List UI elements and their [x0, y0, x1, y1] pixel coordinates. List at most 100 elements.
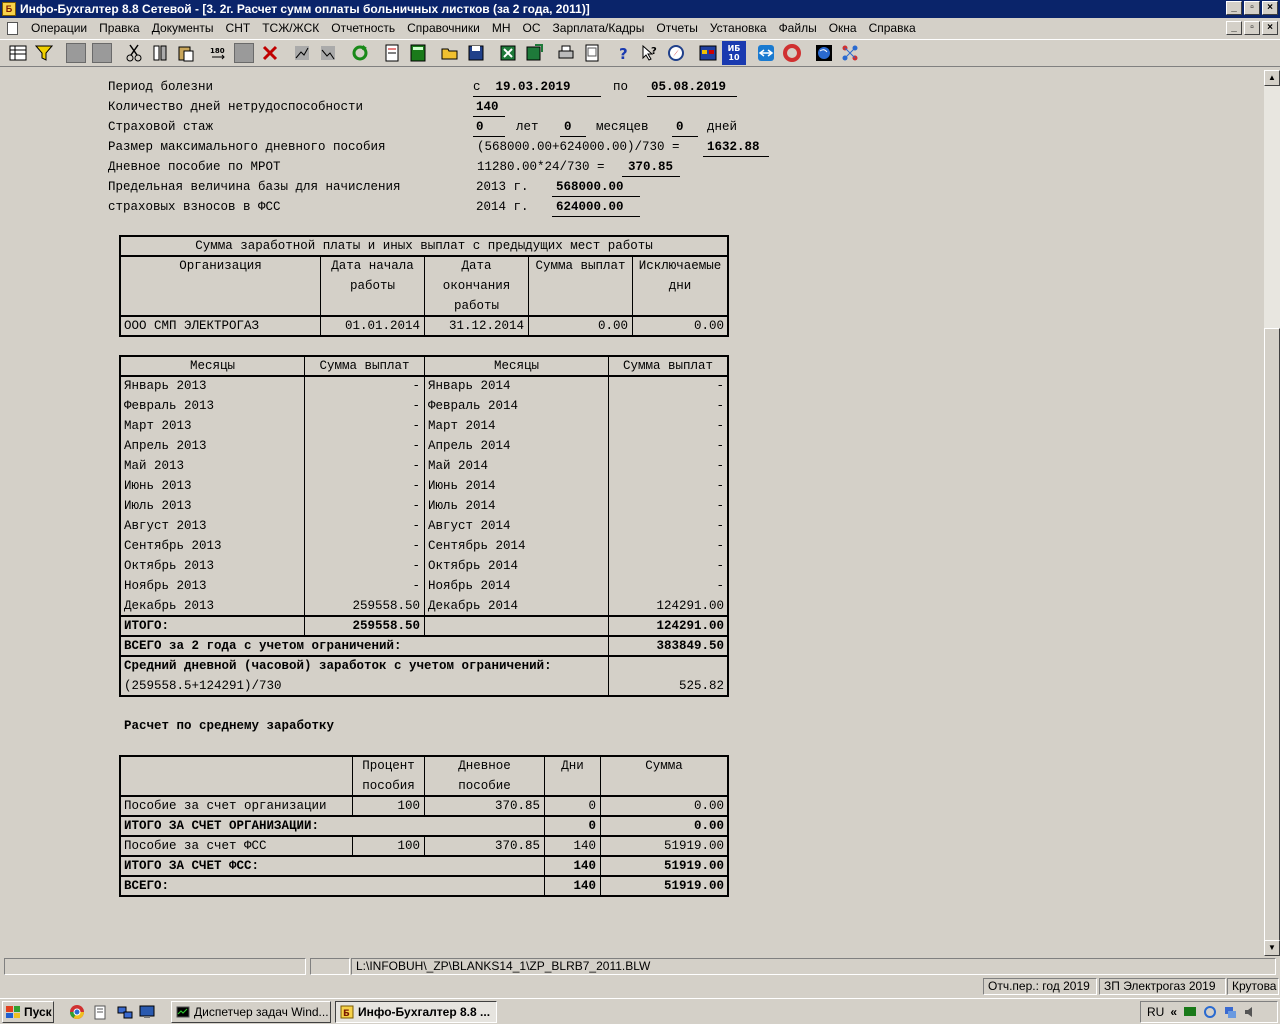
menu-mn[interactable]: МН [486, 18, 517, 38]
open-folder-icon[interactable] [438, 41, 462, 65]
tray-monitor-icon[interactable] [1183, 1005, 1197, 1019]
month-2013: Февраль 2013 [124, 399, 215, 413]
blank-icon[interactable] [232, 41, 256, 65]
menu-documents[interactable]: Документы [146, 18, 220, 38]
scroll-up-icon[interactable]: ▲ [1264, 70, 1280, 86]
compass-icon[interactable] [664, 41, 688, 65]
document-menu-icon[interactable] [5, 21, 19, 35]
limit-label-1: Предельная величина базы для начисления [108, 180, 401, 194]
file-manager-icon[interactable] [93, 1004, 109, 1020]
cut-icon[interactable] [122, 41, 146, 65]
delete-icon[interactable] [258, 41, 282, 65]
save-icon[interactable] [464, 41, 488, 65]
menu-os[interactable]: ОС [517, 18, 547, 38]
restore-button[interactable]: ▫ [1244, 1, 1260, 15]
sum-2013: - [412, 419, 420, 433]
sum-2013: - [412, 379, 420, 393]
max-benefit-label: Размер максимального дневного пособия [108, 140, 386, 154]
chrome-icon[interactable] [69, 1004, 85, 1020]
preview-icon[interactable] [580, 41, 604, 65]
menu-help[interactable]: Справка [863, 18, 922, 38]
col-start-date-1: Дата начала [331, 259, 414, 273]
scroll-down-icon[interactable]: ▼ [1264, 940, 1280, 956]
avg-earnings-formula: (259558.5+124291)/730 [124, 679, 282, 693]
months-total-2014: 124291.00 [656, 619, 724, 633]
document-icon[interactable] [380, 41, 404, 65]
rotate-180-icon[interactable]: 180 [206, 41, 230, 65]
start-button[interactable]: Пуск [2, 1001, 54, 1023]
context-help-icon[interactable]: ? [638, 41, 662, 65]
doc-close-button[interactable]: × [1262, 21, 1278, 35]
blank-icon[interactable] [90, 41, 114, 65]
excel-export-icon[interactable] [522, 41, 546, 65]
title-bar[interactable]: Б Инфо-Бухгалтер 8.8 Сетевой - [3. 2г. Р… [0, 0, 1280, 18]
scroll-thumb[interactable] [1264, 328, 1280, 948]
limit-year-2: 2014 г. [476, 200, 529, 214]
months-col-month-1: Месяцы [189, 359, 235, 373]
task-task-manager[interactable]: Диспетчер задач Wind... [171, 1001, 331, 1023]
task-info-buhgalter[interactable]: Б Инфо-Бухгалтер 8.8 ... [335, 1001, 497, 1023]
status-bar: L:\INFOBUH\_ZP\BLANKS14_1\ZP_BLRB7_2011.… [0, 957, 1280, 977]
network-icon[interactable] [838, 41, 862, 65]
swap-icon[interactable] [148, 41, 172, 65]
menu-salary[interactable]: Зарплата/Кадры [547, 18, 651, 38]
print-icon[interactable] [554, 41, 578, 65]
status-file-path: L:\INFOBUH\_ZP\BLANKS14_1\ZP_BLRB7_2011.… [351, 958, 1276, 975]
tray-update-icon[interactable] [1203, 1005, 1217, 1019]
menu-snt[interactable]: СНТ [220, 18, 257, 38]
tray-volume-icon[interactable] [1243, 1005, 1257, 1019]
menu-reports[interactable]: Отчеты [650, 18, 703, 38]
tray-network-icon[interactable] [1223, 1005, 1237, 1019]
blank-icon[interactable] [64, 41, 88, 65]
vertical-scrollbar[interactable]: ▲ ▼ [1264, 70, 1280, 956]
calculator-icon[interactable] [406, 41, 430, 65]
sum-2013: - [412, 439, 420, 453]
doc-restore-button[interactable]: ▫ [1244, 21, 1260, 35]
sum-2014: - [716, 379, 724, 393]
mrot-label: Дневное пособие по МРОТ [108, 160, 281, 174]
globe-icon[interactable] [812, 41, 836, 65]
ib10-icon[interactable]: ИБ 10 [722, 41, 746, 65]
month-2013: Январь 2013 [124, 379, 207, 393]
lifebuoy-icon[interactable] [780, 41, 804, 65]
network-places-icon[interactable] [117, 1004, 133, 1020]
teamviewer-icon[interactable] [754, 41, 778, 65]
excel-icon[interactable] [496, 41, 520, 65]
tray-expand-icon[interactable]: « [1170, 1005, 1177, 1019]
menu-setup[interactable]: Установка [704, 18, 773, 38]
language-indicator[interactable]: RU [1147, 1005, 1164, 1019]
calc-title: Расчет по среднему заработку [124, 719, 335, 733]
limit-year-1: 2013 г. [476, 180, 529, 194]
calc-row-label: ВСЕГО: [124, 879, 170, 893]
desktop-icon[interactable] [139, 1004, 155, 1020]
chart-icon[interactable] [316, 41, 340, 65]
menu-files[interactable]: Файлы [773, 18, 823, 38]
month-2013: Ноябрь 2013 [124, 579, 207, 593]
menu-reporting[interactable]: Отчетность [325, 18, 401, 38]
app-icon[interactable]: Б [2, 2, 16, 16]
minimize-button[interactable]: _ [1226, 1, 1242, 15]
menu-directories[interactable]: Справочники [401, 18, 486, 38]
grid-icon[interactable] [6, 41, 30, 65]
menu-edit[interactable]: Правка [93, 18, 146, 38]
calc-row-daily [425, 816, 540, 836]
limit-value-1: 568000.00 [552, 177, 640, 197]
chart-icon[interactable] [290, 41, 314, 65]
calc-row-sum: 0.00 [693, 819, 724, 833]
sum-2014: - [716, 519, 724, 533]
month-2013: Август 2013 [124, 519, 207, 533]
refresh-icon[interactable] [348, 41, 372, 65]
menu-windows[interactable]: Окна [823, 18, 863, 38]
close-button[interactable]: × [1262, 1, 1278, 15]
paste-icon[interactable] [174, 41, 198, 65]
month-2013: Май 2013 [124, 459, 185, 473]
help-icon[interactable]: ? [612, 41, 636, 65]
menu-bar: Операции Правка Документы СНТ ТСЖ/ЖСК От… [0, 18, 1280, 38]
filter-icon[interactable] [32, 41, 56, 65]
calendar-icon[interactable] [696, 41, 720, 65]
menu-operations[interactable]: Операции [25, 18, 93, 38]
calc-col-daily-2: пособие [458, 779, 511, 793]
svg-text:180: 180 [210, 47, 225, 55]
doc-minimize-button[interactable]: _ [1226, 21, 1242, 35]
menu-tszh[interactable]: ТСЖ/ЖСК [256, 18, 325, 38]
